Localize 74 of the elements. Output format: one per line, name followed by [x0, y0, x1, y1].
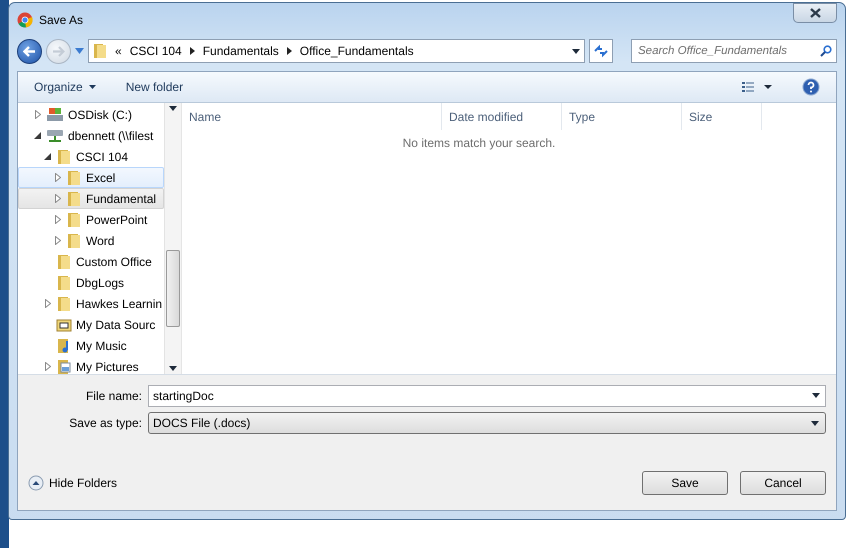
empty-message: No items match your search. — [402, 136, 556, 150]
breadcrumb-arrow-icon — [286, 47, 292, 55]
organize-button[interactable]: Organize — [34, 80, 96, 94]
field-label: File name: — [84, 389, 142, 403]
breadcrumb-overflow[interactable]: « — [115, 44, 122, 58]
file-name-field[interactable]: startingDoc — [148, 385, 826, 407]
folder-tree-item[interactable]: Excel — [18, 167, 164, 188]
cancel-button[interactable]: Cancel — [740, 471, 826, 495]
folder-tree-item[interactable]: DbgLogs — [18, 272, 164, 293]
expand-arrow-icon[interactable] — [34, 110, 40, 119]
folder-icon — [66, 170, 82, 186]
breadcrumb-arrow-icon — [190, 47, 195, 55]
scrollbar[interactable] — [164, 103, 181, 374]
search-field[interactable]: Search Office_Fundamentals — [631, 39, 837, 63]
recent-pages-dropdown-icon[interactable] — [75, 48, 84, 54]
refresh-icon — [593, 44, 609, 58]
collapse-icon — [28, 475, 44, 491]
expand-arrow-icon[interactable] — [54, 215, 60, 224]
back-arrow-icon — [23, 46, 36, 56]
folder-icon — [66, 212, 82, 228]
save-type-dropdown[interactable]: DOCS File (.docs) — [148, 412, 826, 434]
new-folder-button[interactable]: New folder — [126, 80, 184, 94]
close-button[interactable] — [793, 3, 837, 23]
folder-tree-item[interactable]: Word — [18, 230, 164, 251]
close-icon — [810, 8, 820, 18]
folder-tree-item[interactable]: My Music — [18, 335, 164, 356]
view-options-icon[interactable] — [742, 81, 772, 93]
breadcrumb-item[interactable]: Office_Fundamentals — [300, 44, 414, 58]
help-icon[interactable] — [802, 78, 820, 96]
folder-tree-item[interactable]: dbennett (\\filest — [18, 125, 164, 146]
expand-arrow-icon[interactable] — [54, 194, 60, 203]
folder-tree-item[interactable]: My Pictures — [18, 356, 164, 374]
expand-arrow-icon[interactable] — [54, 173, 60, 182]
scroll-up-icon — [169, 106, 177, 111]
scroll-thumb[interactable] — [166, 250, 180, 327]
folder-icon — [56, 148, 72, 164]
folder-icon — [56, 254, 72, 270]
dropdown-caret-icon — [572, 48, 580, 54]
breadcrumb-item[interactable]: Fundamentals — [202, 44, 279, 58]
folder-tree-item[interactable]: OSDisk (C:) — [18, 104, 164, 125]
collapse-arrow-icon[interactable] — [44, 153, 51, 160]
window-title: Save As — [39, 13, 84, 27]
drive-icon — [46, 106, 64, 122]
scroll-down-icon — [169, 366, 177, 371]
refresh-button[interactable] — [589, 39, 613, 63]
expand-arrow-icon[interactable] — [44, 362, 50, 371]
caret-icon — [88, 85, 96, 89]
folder-tree-item[interactable]: PowerPoint — [18, 209, 164, 230]
back-button[interactable] — [17, 38, 42, 64]
network-drive-icon — [46, 128, 64, 144]
expand-arrow-icon[interactable] — [54, 236, 60, 245]
folder-icon — [66, 190, 82, 206]
browser-logo-icon — [17, 12, 33, 28]
folder-tree-item[interactable]: My Data Sourc — [18, 314, 164, 335]
dropdown-caret-icon — [811, 420, 819, 426]
folder-icon — [56, 296, 72, 312]
search-icon — [820, 45, 832, 57]
save-button[interactable]: Save — [642, 471, 728, 495]
folder-tree-item[interactable]: Custom Office — [18, 251, 164, 272]
folder-icon — [93, 43, 107, 59]
data-source-folder-icon — [56, 316, 72, 332]
collapse-arrow-icon[interactable] — [34, 132, 41, 139]
breadcrumb-item[interactable]: CSCI 104 — [130, 44, 182, 58]
field-label: Save as type: — [68, 416, 142, 430]
forward-arrow-icon — [52, 46, 65, 56]
folder-tree-item[interactable]: Hawkes Learnin — [18, 293, 164, 314]
folder-icon — [66, 232, 82, 248]
expand-arrow-icon[interactable] — [44, 299, 50, 308]
address-bar[interactable]: « CSCI 104 Fundamentals Office_Fundamentals — [88, 39, 585, 63]
folder-tree-item[interactable]: CSCI 104 — [18, 146, 164, 167]
folder-tree-item[interactable]: Fundamental — [18, 188, 164, 209]
hide-folders-button[interactable]: Hide Folders — [28, 475, 118, 491]
folder-icon — [56, 274, 72, 290]
dropdown-caret-icon — [812, 393, 820, 398]
